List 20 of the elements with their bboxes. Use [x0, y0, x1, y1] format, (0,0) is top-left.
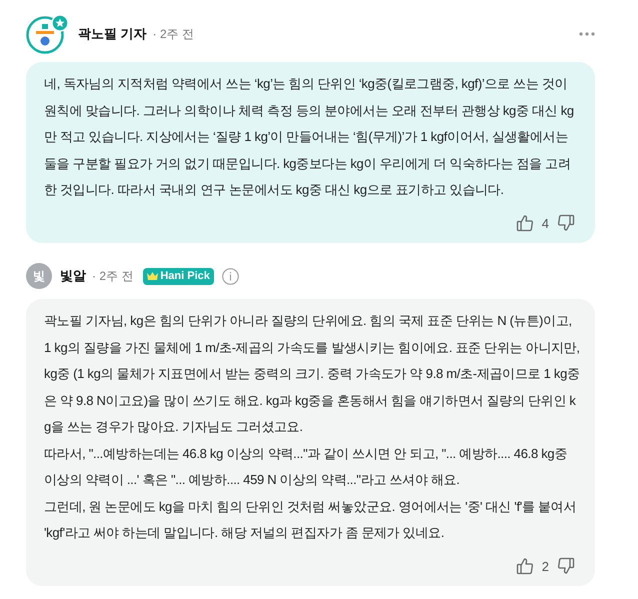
pick-badge: Hani Pick — [143, 268, 214, 284]
crown-icon — [147, 272, 158, 280]
comment-text: 그런데, 원 논문에도 kg을 마치 힘의 단위인 것처럼 써놓았군요. 영어에서는 '중' 대신 'f'를 붙여서 'kgf'라고 써야 하는데 말입니다. 해당 저널의 편집자가 좀 문제가 있네요. — [44, 498, 578, 542]
info-icon[interactable] — [222, 268, 239, 284]
thumbs-up-icon[interactable] — [516, 214, 534, 232]
comment-text: 곽노필 기자님, kg은 힘의 단위가 아니라 질량의 단위에요. 힘의 국제 표준 단위는 N (뉴튼)이고, 1 kg의 질량을 가진 물체에 1 m/초-제곱의 가속도를 발생시키는 힘이에요. 표준 단위는 아니지만, kg중 (1 kg의 물체가 지표면에서 받는 중력의 크기. 중력 가속도가 약 9.8 m/초-제곱이므로 1 kg중은 약 9.8 N이고요)을 많이 쓰기도 해요. kg과 kg중을 혼동해서 힘을 얘기하면서 질량의 단위인 kg을 쓰는 경우가 많아요. 기자님도 그러셨고요. — [44, 312, 581, 436]
thumbs-up-icon[interactable] — [516, 557, 534, 576]
thumbs-down-icon[interactable] — [557, 557, 575, 576]
comment-time: · 2주 전 — [152, 26, 194, 43]
comment-time: · 2주 전 — [92, 268, 134, 285]
more-options-icon[interactable] — [579, 32, 595, 36]
reporter-avatar-icon — [26, 14, 70, 54]
like-count: 2 — [542, 558, 549, 576]
author-name: 빛알 — [60, 267, 86, 286]
comment-text: 네, 독자님의 지적처럼 약력에서 쓰는 ‘kg’는 힘의 단위인 ‘kg중(킬로그램중, kgf)’으로 쓰는 것이 원칙에 맞습니다. 그러나 의학이나 체력 측정 등의 분야에서는 오래 전부터 관행상 kg중 대신 kg만 적고 있습니다. 지상에서는 ‘질량 1 kg’이 만들어내는 ‘힘(무게)’가 1 kgf이어서, 실생활에서는 둘을 구분할 필요가 거의 없기 때문입니다. kg중보다는 kg이 우리에게 더 익숙하다는 점을 고려한 것입니다. 따라서 국내외 연구 논문에서도 kg중 대신 kg으로 표기하고 있습니다. — [44, 75, 575, 199]
user-avatar: 빛 — [26, 263, 52, 289]
like-count: 4 — [542, 214, 549, 232]
comment-text: 따라서, "...예방하는데는 46.8 kg 이상의 약력..."과 같이 쓰시면 안 되고, "... 예방하.... 46.8 kg중 이상의 약력이 ...' 혹은 "... 예방하.... 459 N 이상의 약력..."라고 쓰셔야 해요. — [44, 444, 568, 489]
thumbs-down-icon[interactable] — [557, 214, 575, 232]
author-name: 곽노필 기자 — [78, 25, 147, 44]
